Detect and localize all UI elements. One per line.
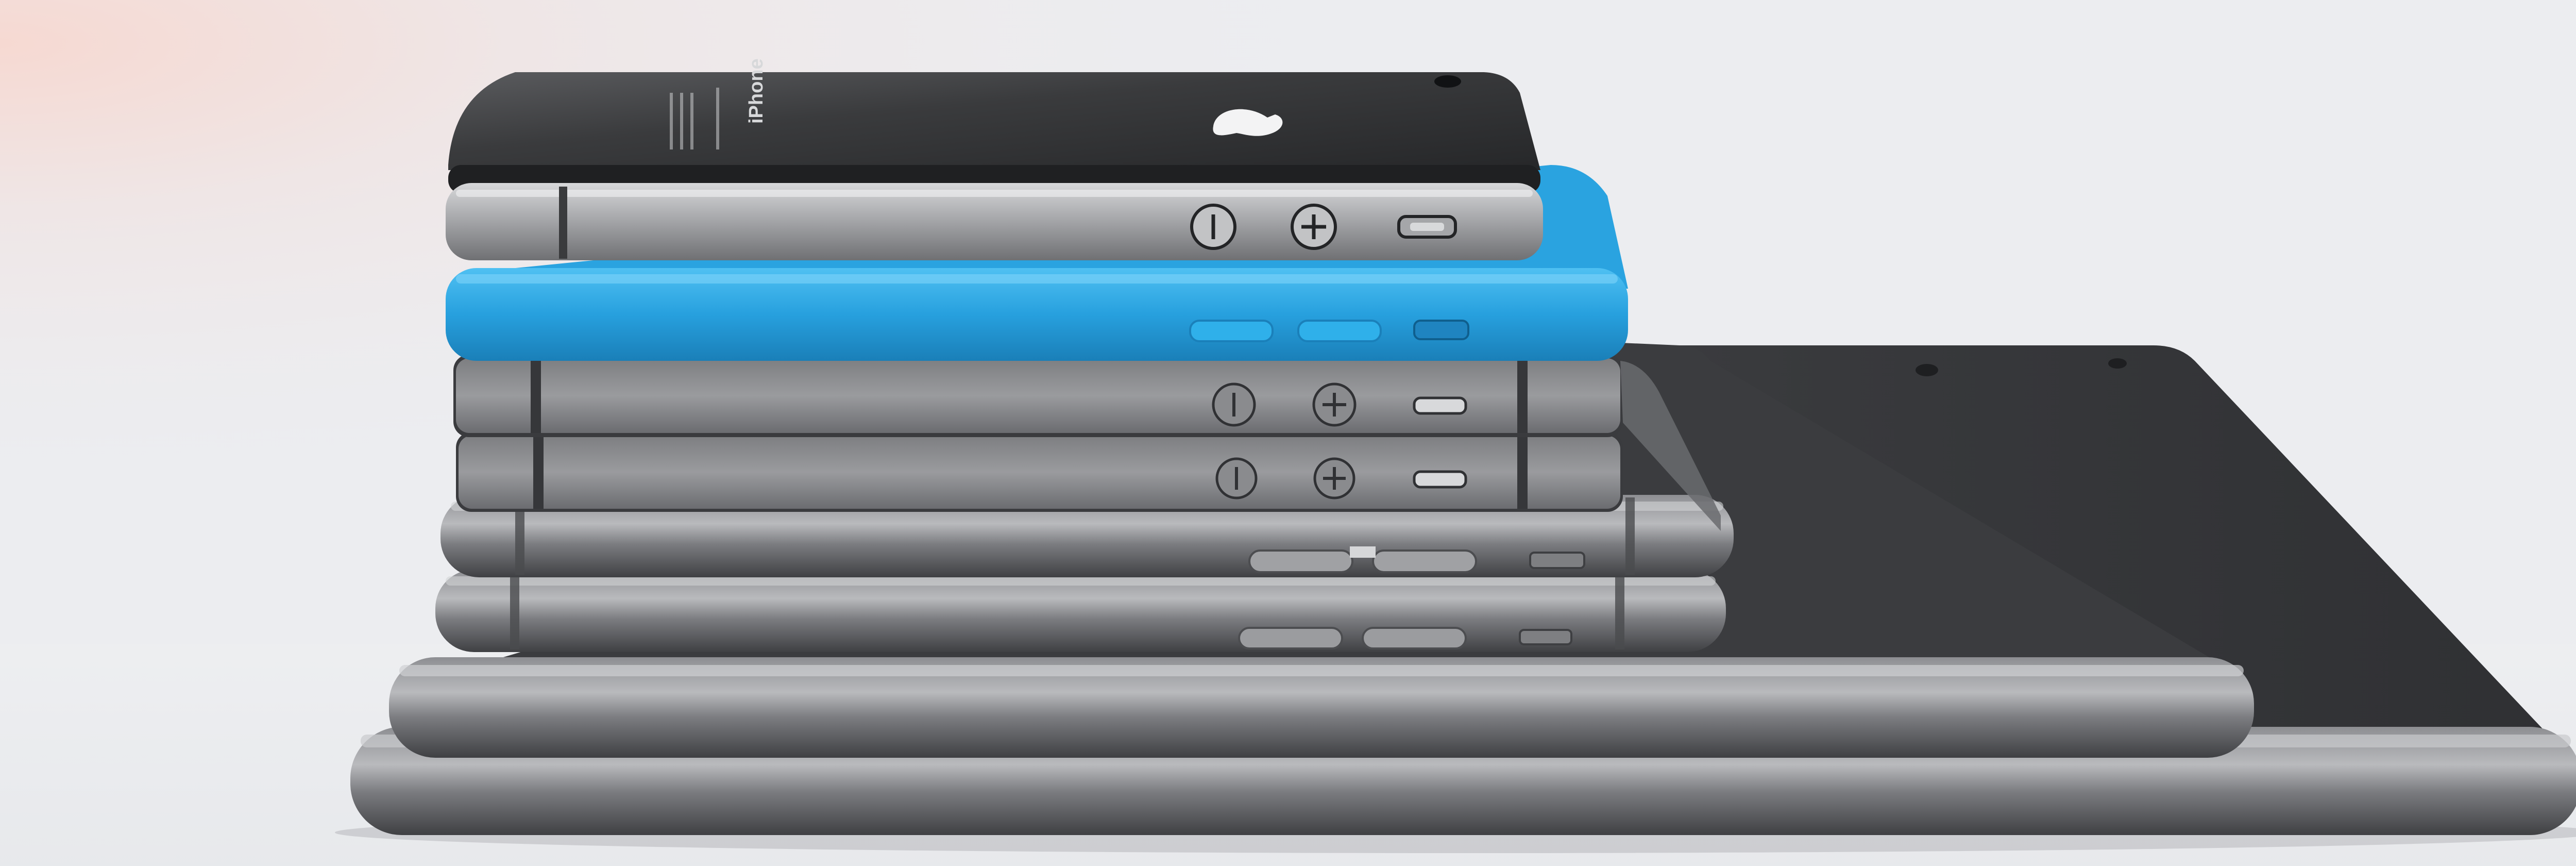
mute-switch	[1529, 552, 1585, 569]
volume-down-button	[1248, 549, 1353, 573]
volume-up-button	[1362, 627, 1467, 649]
camera-lens-icon	[1916, 364, 1938, 376]
iphone-4s: iPhone	[446, 58, 1543, 260]
photo-scene: iPhone	[0, 0, 2576, 866]
camera-lens-icon	[2108, 358, 2127, 369]
volume-down-button	[1189, 320, 1274, 342]
mute-switch	[1413, 470, 1467, 489]
mute-switch	[1413, 320, 1469, 340]
camera-lens-icon	[1434, 75, 1461, 88]
volume-down-button	[1238, 627, 1343, 649]
volume-up-button	[1372, 549, 1477, 573]
volume-up-button	[1297, 320, 1382, 342]
mute-switch	[1413, 396, 1467, 415]
device-stack-illustration: iPhone	[0, 0, 2576, 866]
mute-switch	[1519, 629, 1572, 645]
iphone-5s-lower	[456, 432, 1623, 512]
iphone-6-lower	[435, 570, 1726, 652]
button-gap	[1350, 546, 1376, 558]
brand-lettering: iPhone	[745, 58, 767, 124]
